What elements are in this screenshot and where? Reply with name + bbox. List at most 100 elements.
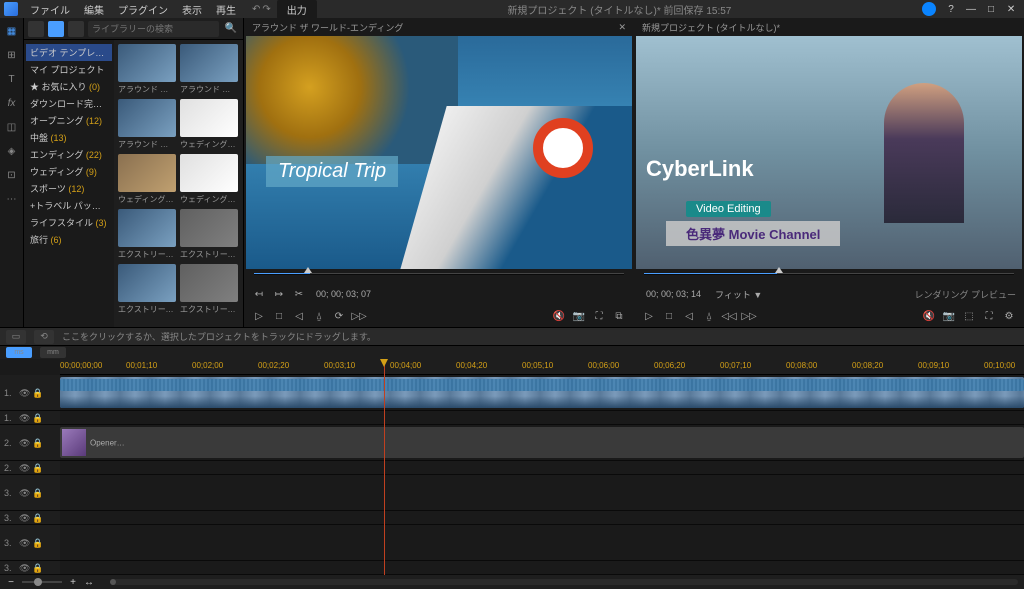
menu-plugin[interactable]: プラグイン bbox=[112, 0, 174, 19]
prog-next-icon[interactable]: ⍙ bbox=[702, 309, 716, 323]
template-thumb[interactable]: ウェディング-エンディング bbox=[180, 99, 238, 150]
track-lock-icon[interactable]: 🔒 bbox=[32, 563, 42, 573]
prog-ffwd-icon[interactable]: ▷▷ bbox=[742, 309, 756, 323]
preview-source-video[interactable]: Tropical Trip bbox=[246, 36, 632, 269]
snap-ms-button[interactable]: ms bbox=[6, 347, 32, 358]
track-visibility-icon[interactable]: 👁 bbox=[19, 488, 29, 498]
track-lock-icon[interactable]: 🔒 bbox=[32, 488, 42, 498]
track-lock-icon[interactable]: 🔒 bbox=[32, 388, 42, 398]
step-fwd-icon[interactable]: ↦ bbox=[272, 287, 286, 301]
template-thumb[interactable]: ウェディング-中盤 bbox=[180, 154, 238, 205]
prog-stop-icon[interactable]: □ bbox=[662, 309, 676, 323]
tree-item[interactable]: +トラベル パッケ (6) bbox=[26, 197, 112, 214]
playhead[interactable] bbox=[384, 359, 385, 575]
fit-timeline-icon[interactable]: ↔ bbox=[84, 577, 94, 588]
view-list-icon[interactable] bbox=[28, 21, 44, 37]
menu-view[interactable]: 表示 bbox=[176, 0, 208, 19]
cut-icon[interactable]: ✂ bbox=[292, 287, 306, 301]
zoom-out-icon[interactable]: − bbox=[6, 577, 16, 588]
tree-item[interactable]: ダウンロード完了 (0) bbox=[26, 95, 112, 112]
play-icon[interactable]: ▷ bbox=[252, 309, 266, 323]
render-preview-label[interactable]: レンダリング プレビュー bbox=[914, 288, 1016, 301]
undo-icon[interactable]: ↶ bbox=[252, 4, 260, 15]
tree-item[interactable]: 旅行 (6) bbox=[26, 231, 112, 248]
template-thumb[interactable]: エクストリーム スポー… bbox=[118, 264, 176, 315]
track-visibility-icon[interactable]: 👁 bbox=[19, 513, 29, 523]
snapshot-icon[interactable]: 📷 bbox=[572, 309, 586, 323]
minimize-icon[interactable]: — bbox=[962, 2, 980, 16]
track-lock-icon[interactable]: 🔒 bbox=[32, 413, 42, 423]
timeline-subtrack[interactable]: 3.👁🔒 bbox=[0, 511, 1024, 525]
step-back-icon[interactable]: ↤ bbox=[252, 287, 266, 301]
search-icon[interactable]: 🔍 bbox=[223, 21, 239, 37]
tree-item[interactable]: ウェディング (9) bbox=[26, 163, 112, 180]
prev-frame-icon[interactable]: ◁ bbox=[292, 309, 306, 323]
prog-snapshot-icon[interactable]: 📷 bbox=[942, 309, 956, 323]
more-play-icon[interactable]: ▷▷ bbox=[352, 309, 366, 323]
preview-program-video[interactable]: CyberLink Video Editing 色異夢 Movie Channe… bbox=[636, 36, 1022, 269]
tool-text-icon[interactable]: T bbox=[3, 70, 21, 88]
template-thumb[interactable]: ウェディング-オープニング bbox=[118, 154, 176, 205]
timeline-track[interactable]: 2.👁🔒Opener… bbox=[0, 425, 1024, 461]
tree-item[interactable]: エンディング (22) bbox=[26, 146, 112, 163]
maximize-icon[interactable]: □ bbox=[982, 2, 1000, 16]
video-clip[interactable] bbox=[60, 377, 1024, 408]
template-thumb[interactable]: エクストリーム スポー… bbox=[180, 264, 238, 315]
track-visibility-icon[interactable]: 👁 bbox=[19, 463, 29, 473]
timeline-link-icon[interactable]: ⟲ bbox=[34, 330, 54, 344]
tree-item[interactable]: オープニング (12) bbox=[26, 112, 112, 129]
tool-overlay-icon[interactable]: ◈ bbox=[3, 142, 21, 160]
stop-icon[interactable]: □ bbox=[272, 309, 286, 323]
menu-file[interactable]: ファイル bbox=[24, 0, 76, 19]
tree-item[interactable]: マイ プロジェクト bbox=[26, 61, 112, 78]
tree-item[interactable]: ★ お気に入り (0) bbox=[26, 78, 112, 95]
track-visibility-icon[interactable]: 👁 bbox=[19, 563, 29, 573]
output-button[interactable]: 出力 bbox=[277, 0, 317, 19]
prog-rewind-icon[interactable]: ◁◁ bbox=[722, 309, 736, 323]
title-clip[interactable]: Opener… bbox=[60, 427, 1024, 458]
track-visibility-icon[interactable]: 👁 bbox=[19, 413, 29, 423]
tool-transition-icon[interactable]: ◫ bbox=[3, 118, 21, 136]
tool-templates-icon[interactable]: ⊞ bbox=[3, 46, 21, 64]
tool-subtitle-icon[interactable]: ⊡ bbox=[3, 166, 21, 184]
zoom-in-icon[interactable]: + bbox=[68, 577, 78, 588]
template-thumb[interactable]: アラウンド ザ ワールド-… bbox=[118, 99, 176, 150]
tool-media-icon[interactable]: ▦ bbox=[3, 22, 21, 40]
prog-play-icon[interactable]: ▷ bbox=[642, 309, 656, 323]
track-lock-icon[interactable]: 🔒 bbox=[32, 463, 42, 473]
timeline-subtrack[interactable]: 1.👁🔒 bbox=[0, 411, 1024, 425]
prog-fullscreen-icon[interactable]: ⛶ bbox=[982, 309, 996, 323]
prog-3d-icon[interactable]: ⬚ bbox=[962, 309, 976, 323]
preview-source-scrubber[interactable] bbox=[246, 269, 632, 283]
mute-icon[interactable]: 🔇 bbox=[552, 309, 566, 323]
snap-mm-button[interactable]: mm bbox=[40, 347, 66, 358]
track-lock-icon[interactable]: 🔒 bbox=[32, 513, 42, 523]
track-lock-icon[interactable]: 🔒 bbox=[32, 538, 42, 548]
prog-prev-icon[interactable]: ◁ bbox=[682, 309, 696, 323]
tree-item[interactable]: ライフスタイル (3) bbox=[26, 214, 112, 231]
zoom-slider[interactable] bbox=[22, 581, 62, 583]
loop-icon[interactable]: ⟳ bbox=[332, 309, 346, 323]
prog-mute-icon[interactable]: 🔇 bbox=[922, 309, 936, 323]
menu-edit[interactable]: 編集 bbox=[78, 0, 110, 19]
preview-source-close-icon[interactable]: ✕ bbox=[618, 22, 626, 33]
timeline-subtrack[interactable]: 2.👁🔒 bbox=[0, 461, 1024, 475]
redo-icon[interactable]: ↷ bbox=[262, 4, 270, 15]
next-frame-icon[interactable]: ⍙ bbox=[312, 309, 326, 323]
track-lock-icon[interactable]: 🔒 bbox=[32, 438, 42, 448]
tree-item[interactable]: ビデオ テンプレート bbox=[26, 44, 112, 61]
template-thumb[interactable]: アラウンド ザ ワールド-… bbox=[180, 44, 238, 95]
timeline-track[interactable]: 3.👁🔒 bbox=[0, 475, 1024, 511]
timeline-ruler[interactable]: 00;00;00;0000;01;1000;02;0000;02;2000;03… bbox=[60, 359, 1024, 375]
library-search-input[interactable] bbox=[88, 21, 219, 37]
menu-play[interactable]: 再生 bbox=[210, 0, 242, 19]
template-thumb[interactable]: エクストリーム スポーツ-… bbox=[180, 209, 238, 260]
template-thumb[interactable]: アラウンド ザ ワールド-… bbox=[118, 44, 176, 95]
preview-fit-dropdown[interactable]: フィット ▼ bbox=[715, 288, 762, 301]
tool-more-icon[interactable]: ⋯ bbox=[3, 190, 21, 208]
help-icon[interactable]: ? bbox=[942, 2, 960, 16]
track-visibility-icon[interactable]: 👁 bbox=[19, 438, 29, 448]
track-visibility-icon[interactable]: 👁 bbox=[19, 388, 29, 398]
timeline-hscroll[interactable] bbox=[110, 579, 1018, 585]
popout-icon[interactable]: ⧉ bbox=[612, 309, 626, 323]
